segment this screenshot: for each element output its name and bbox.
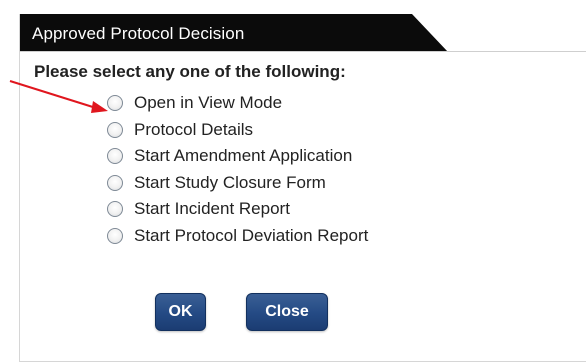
screenshot-stage: Approved Protocol Decision Please select… — [0, 0, 586, 362]
option-start-study-closure-form[interactable]: Start Study Closure Form — [107, 170, 368, 197]
close-button[interactable]: Close — [246, 293, 328, 331]
radio-button[interactable] — [107, 95, 123, 112]
ok-button[interactable]: OK — [155, 293, 206, 331]
option-start-incident-report[interactable]: Start Incident Report — [107, 196, 368, 223]
option-start-amendment-application[interactable]: Start Amendment Application — [107, 143, 368, 170]
radio-button[interactable] — [107, 174, 123, 191]
dialog-title: Approved Protocol Decision — [32, 24, 245, 43]
radio-button[interactable] — [107, 148, 123, 165]
option-label: Start Study Closure Form — [134, 172, 326, 192]
option-label: Protocol Details — [134, 119, 254, 139]
option-label: Open in View Mode — [134, 93, 283, 113]
radio-button[interactable] — [107, 201, 123, 218]
title-underline — [20, 51, 586, 52]
option-list: Open in View Mode Protocol Details Start… — [107, 90, 368, 249]
radio-button[interactable] — [107, 121, 123, 138]
dialog-title-bar: Approved Protocol Decision — [20, 14, 586, 52]
option-open-in-view-mode[interactable]: Open in View Mode — [107, 90, 368, 117]
option-protocol-details[interactable]: Protocol Details — [107, 117, 368, 144]
option-start-protocol-deviation-report[interactable]: Start Protocol Deviation Report — [107, 223, 368, 250]
instruction-text: Please select any one of the following: — [34, 62, 346, 81]
option-label: Start Incident Report — [134, 199, 290, 219]
option-label: Start Protocol Deviation Report — [134, 225, 369, 245]
radio-button[interactable] — [107, 227, 123, 244]
option-label: Start Amendment Application — [134, 146, 353, 166]
